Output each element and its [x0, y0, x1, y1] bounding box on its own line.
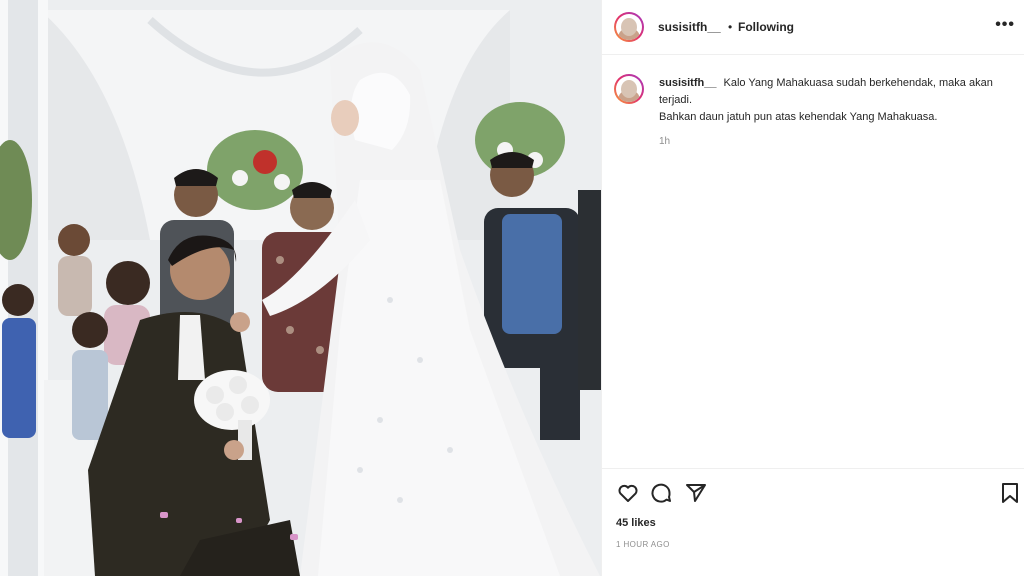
post-photo[interactable] [0, 0, 601, 576]
follow-separator: • [728, 20, 733, 34]
post-header: susisitfh__ • Following ••• [602, 0, 1024, 55]
post-actions: 45 likes 1 HOUR AGO [602, 468, 1024, 577]
caption-text-line2: Bahkan daun jatuh pun atas kehendak Yang… [659, 111, 938, 123]
bookmark-icon[interactable] [998, 481, 1022, 505]
caption-avatar[interactable] [614, 74, 644, 104]
avatar[interactable] [614, 12, 644, 42]
post-details-panel: susisitfh__ • Following ••• susisitfh__ … [601, 0, 1024, 576]
more-options-icon[interactable]: ••• [995, 16, 1015, 34]
post-timestamp[interactable]: 1 HOUR AGO [616, 540, 670, 549]
likes-count[interactable]: 45 likes [616, 517, 656, 529]
comment-icon[interactable] [649, 481, 673, 505]
username-link[interactable]: susisitfh__ [658, 20, 721, 34]
caption-timestamp[interactable]: 1h [659, 136, 670, 147]
heart-icon[interactable] [616, 481, 640, 505]
post-caption: susisitfh__ Kalo Yang Mahakuasa sudah be… [659, 75, 1009, 126]
caption-username[interactable]: susisitfh__ [659, 77, 716, 89]
share-icon[interactable] [684, 481, 708, 505]
wedding-photo-illustration [0, 0, 601, 576]
following-button[interactable]: Following [738, 20, 794, 34]
